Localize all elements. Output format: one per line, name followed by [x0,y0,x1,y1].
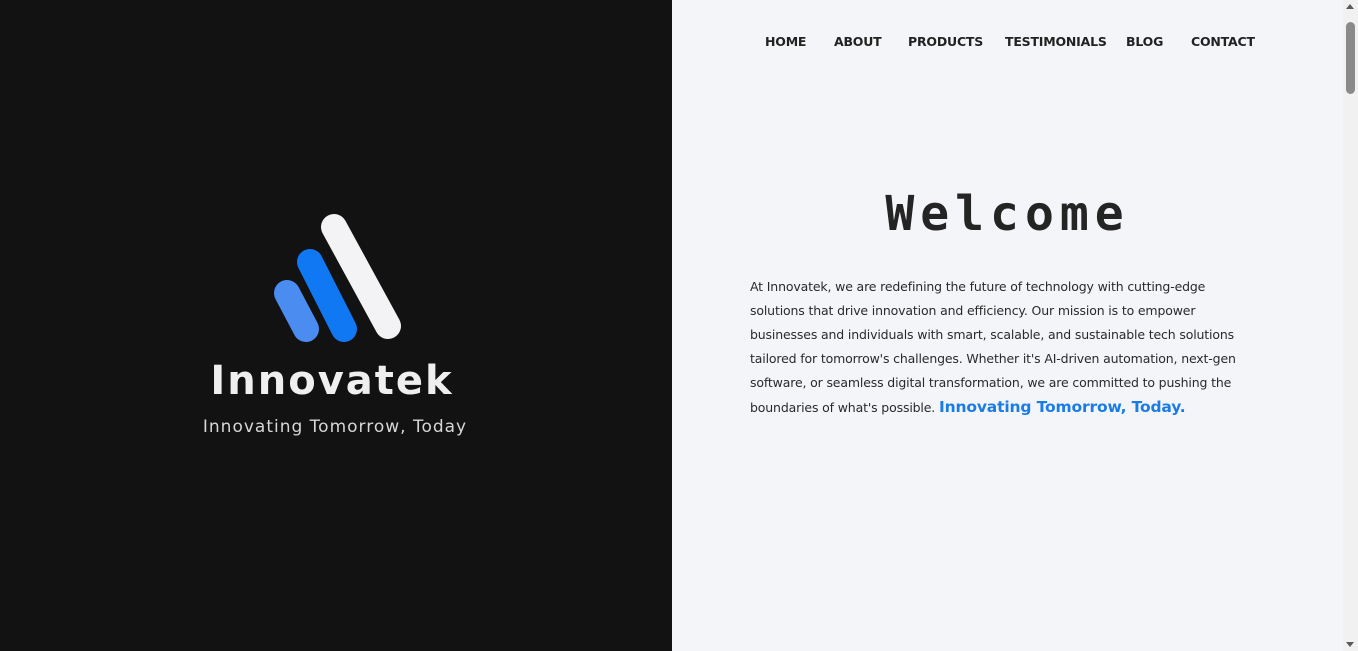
intro-highlight: Innovating Tomorrow, Today. [938,398,1186,416]
nav-about[interactable]: ABOUT [834,34,882,49]
nav-products[interactable]: PRODUCTS [908,34,983,49]
scroll-down-arrow-icon[interactable] [1346,642,1354,647]
intro-paragraph: At Innovatek, we are redefining the futu… [750,275,1260,420]
scroll-thumb[interactable] [1346,22,1355,94]
brand-panel: Innovatek Innovating Tomorrow, Today [0,0,672,651]
main-nav: HOME ABOUT PRODUCTS TESTIMONIALS BLOG CO… [672,34,1343,52]
innovatek-logo-icon [274,214,401,342]
nav-home[interactable]: HOME [765,34,806,49]
intro-text: At Innovatek, we are redefining the futu… [750,279,1236,415]
page: Innovatek Innovating Tomorrow, Today HOM… [0,0,1358,651]
brand-tagline: Innovating Tomorrow, Today [202,417,468,437]
nav-contact[interactable]: CONTACT [1191,34,1255,49]
nav-testimonials[interactable]: TESTIMONIALS [1005,34,1107,49]
brand-name: Innovatek [210,358,454,404]
scroll-up-arrow-icon[interactable] [1346,4,1354,9]
content-panel: HOME ABOUT PRODUCTS TESTIMONIALS BLOG CO… [672,0,1343,651]
vertical-scrollbar[interactable] [1343,0,1358,651]
nav-blog[interactable]: BLOG [1126,34,1163,49]
page-title: Welcome [885,186,1130,242]
